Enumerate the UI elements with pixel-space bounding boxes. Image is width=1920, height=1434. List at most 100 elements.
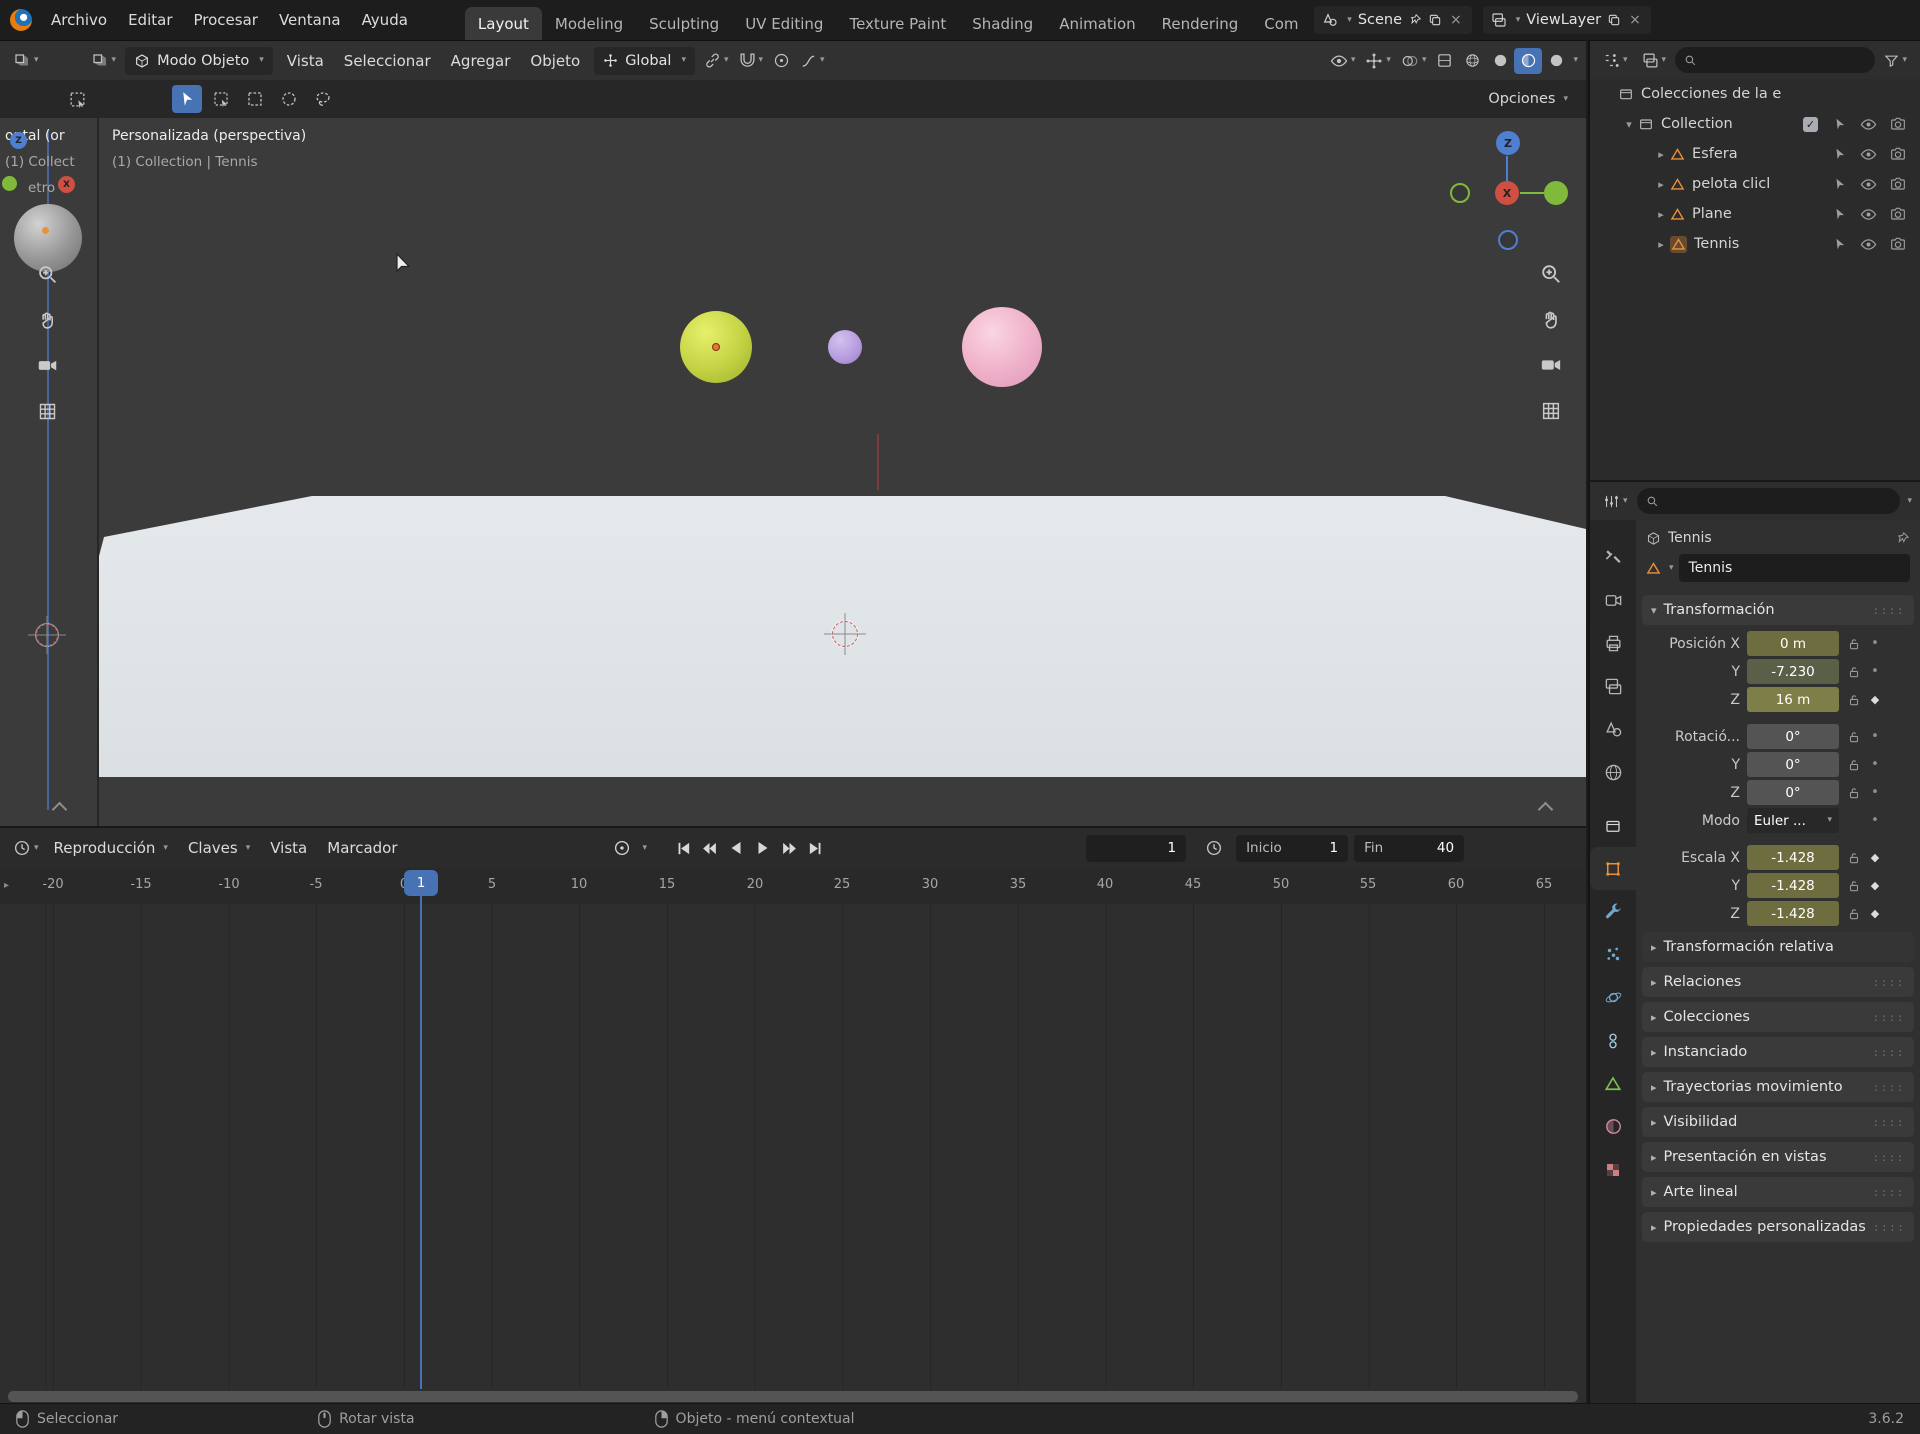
lock-icon[interactable] [1843, 879, 1865, 893]
tab-world[interactable] [1590, 751, 1636, 794]
disable-render-camera-icon[interactable] [1890, 146, 1906, 162]
location-z-field[interactable]: 16 m [1747, 687, 1839, 712]
menu-editar[interactable]: Editar [118, 11, 182, 29]
tab-tool[interactable] [1590, 536, 1636, 579]
gizmo-neg-y-axis[interactable] [1450, 183, 1470, 203]
rotation-mode-dropdown[interactable]: Euler ... ▾ [1747, 808, 1839, 833]
timeline-ruler[interactable]: ▸ -20 -15 -10 -5 0 5 10 15 20 25 30 35 4… [0, 868, 1586, 904]
outliner-row-pelota[interactable]: ▸ pelota clicl [1590, 169, 1920, 199]
scale-y-field[interactable]: -1.428 [1747, 873, 1839, 898]
tab-layout[interactable]: Layout [464, 7, 542, 40]
new-scene-icon[interactable] [1428, 13, 1442, 27]
proportional-falloff-button[interactable]: ▾ [795, 52, 830, 69]
snap-toggle[interactable]: ▾ [734, 52, 769, 69]
animate-dot-icon[interactable]: • [1865, 813, 1885, 828]
previous-keyframe-icon[interactable] [701, 840, 718, 857]
lock-icon[interactable] [1843, 786, 1865, 800]
tab-texture-paint[interactable]: Texture Paint [836, 7, 959, 40]
proportional-editing-toggle[interactable] [768, 52, 795, 69]
properties-editor-type-button[interactable]: ▾ [1598, 493, 1633, 510]
disclosure-triangle[interactable]: ▸ [1652, 208, 1670, 221]
drag-handle-icon[interactable]: :::: [1873, 1011, 1906, 1024]
viewport-3d[interactable]: Opciones ▾ ontal (or (1) Collect Z X etro… [0, 80, 1586, 826]
panel-propiedades-personalizadas[interactable]: ▸ Propiedades personalizadas :::: [1642, 1212, 1914, 1242]
hide-viewport-eye-icon[interactable] [1860, 206, 1877, 223]
play-reverse-icon[interactable] [727, 839, 745, 857]
blender-logo-icon[interactable] [10, 9, 32, 31]
pin-icon[interactable] [1408, 13, 1422, 27]
disclosure-triangle[interactable]: ▾ [1620, 118, 1638, 131]
tab-output[interactable] [1590, 622, 1636, 665]
new-viewlayer-icon[interactable] [1607, 13, 1621, 27]
xray-toggle[interactable] [1431, 52, 1458, 69]
outliner-row-plane[interactable]: ▸ Plane [1590, 199, 1920, 229]
purple-ball-object[interactable] [828, 330, 862, 364]
shading-wireframe-button[interactable] [1458, 48, 1486, 74]
region-corner-chevron[interactable] [1537, 801, 1554, 818]
drag-handle-icon[interactable]: :::: [1873, 976, 1906, 989]
gizmo-y-axis[interactable] [1544, 181, 1568, 205]
outliner-row-tennis[interactable]: ▸ Tennis [1590, 229, 1920, 259]
outliner-filter-button[interactable]: ▾ [1879, 53, 1912, 68]
panel-presentacion[interactable]: ▸ Presentación en vistas :::: [1642, 1142, 1914, 1172]
rotation-x-field[interactable]: 0° [1747, 724, 1839, 749]
transform-orientation-dropdown[interactable]: Global ▾ [594, 46, 695, 75]
left-gizmo-y-axis[interactable] [2, 176, 17, 191]
panel-colecciones[interactable]: ▸ Colecciones :::: [1642, 1002, 1914, 1032]
panel-relaciones[interactable]: ▸ Relaciones :::: [1642, 967, 1914, 997]
preview-range-toggle[interactable] [1200, 839, 1228, 857]
disclosure-triangle[interactable]: ▸ [1652, 238, 1670, 251]
tab-object-data[interactable] [1590, 1062, 1636, 1105]
tab-rendering[interactable]: Rendering [1149, 7, 1252, 40]
shading-solid-button[interactable] [1486, 48, 1514, 74]
timeline-editor[interactable]: ▾ Reproducción ▾ Claves ▾ Vista Marcador ▾ [0, 826, 1586, 1403]
drag-handle-icon[interactable]: :::: [1873, 1046, 1906, 1059]
tab-object[interactable] [1590, 847, 1636, 890]
selectable-cursor-icon[interactable] [1833, 177, 1847, 191]
gizmo-x-axis[interactable]: X [1495, 181, 1519, 205]
menu-procesar[interactable]: Procesar [184, 11, 268, 29]
outliner-root-row[interactable]: Colecciones de la e [1590, 79, 1920, 109]
tool-select-rect[interactable] [240, 85, 270, 113]
properties-filter-arrow[interactable]: ▾ [1907, 496, 1912, 506]
pin-icon[interactable] [1895, 531, 1910, 546]
tool-tweak[interactable] [172, 85, 202, 113]
tab-modifiers[interactable] [1590, 890, 1636, 933]
drag-handle-icon[interactable]: :::: [1873, 1151, 1906, 1164]
timeline-track-area[interactable] [0, 904, 1586, 1389]
timeline-editor-type-button[interactable]: ▾ [8, 839, 44, 857]
grid-view-icon[interactable] [1538, 398, 1564, 424]
shading-rendered-button[interactable] [1542, 48, 1570, 74]
outliner-display-mode-button[interactable]: ▾ [1637, 52, 1672, 69]
tab-shading[interactable]: Shading [959, 7, 1046, 40]
collection-checkbox[interactable]: ✓ [1803, 116, 1818, 132]
animate-dot-icon[interactable]: • [1865, 636, 1885, 651]
drag-handle-icon[interactable]: :::: [1873, 1221, 1906, 1234]
rotation-y-field[interactable]: 0° [1747, 752, 1839, 777]
keying-dropdown-arrow[interactable]: ▾ [643, 843, 648, 853]
panel-arte-lineal[interactable]: ▸ Arte lineal :::: [1642, 1177, 1914, 1207]
scale-z-field[interactable]: -1.428 [1747, 901, 1839, 926]
tab-render[interactable] [1590, 579, 1636, 622]
drag-handle-icon[interactable]: :::: [1873, 1186, 1906, 1199]
tab-sculpting[interactable]: Sculpting [636, 7, 732, 40]
drag-handle-icon[interactable]: :::: [1873, 1116, 1906, 1129]
object-name-field[interactable]: Tennis [1678, 554, 1910, 582]
tool-select-box[interactable] [206, 85, 236, 113]
playhead-line[interactable] [420, 894, 422, 1389]
outliner-row-esfera[interactable]: ▸ Esfera [1590, 139, 1920, 169]
frame-end-field[interactable]: Fin 40 [1354, 834, 1465, 862]
drag-handle-icon[interactable]: :::: [1873, 1081, 1906, 1094]
tool-select-circle[interactable] [274, 85, 304, 113]
lock-icon[interactable] [1843, 758, 1865, 772]
tab-view-layer[interactable] [1590, 665, 1636, 708]
outliner-editor-type-button[interactable]: ▾ [1598, 52, 1633, 69]
scrollbar-thumb[interactable] [8, 1391, 1578, 1402]
zoom-icon[interactable] [1538, 261, 1564, 287]
close-icon[interactable]: × [1627, 12, 1643, 28]
subpanel-delta-transform[interactable]: ▸ Transformación relativa [1642, 932, 1914, 962]
animate-dot-icon[interactable]: • [1865, 729, 1885, 744]
chevron-down-icon[interactable]: ▾ [1669, 563, 1674, 573]
outliner-row-collection[interactable]: ▾ Collection ✓ [1590, 109, 1920, 139]
tab-physics[interactable] [1590, 976, 1636, 1019]
